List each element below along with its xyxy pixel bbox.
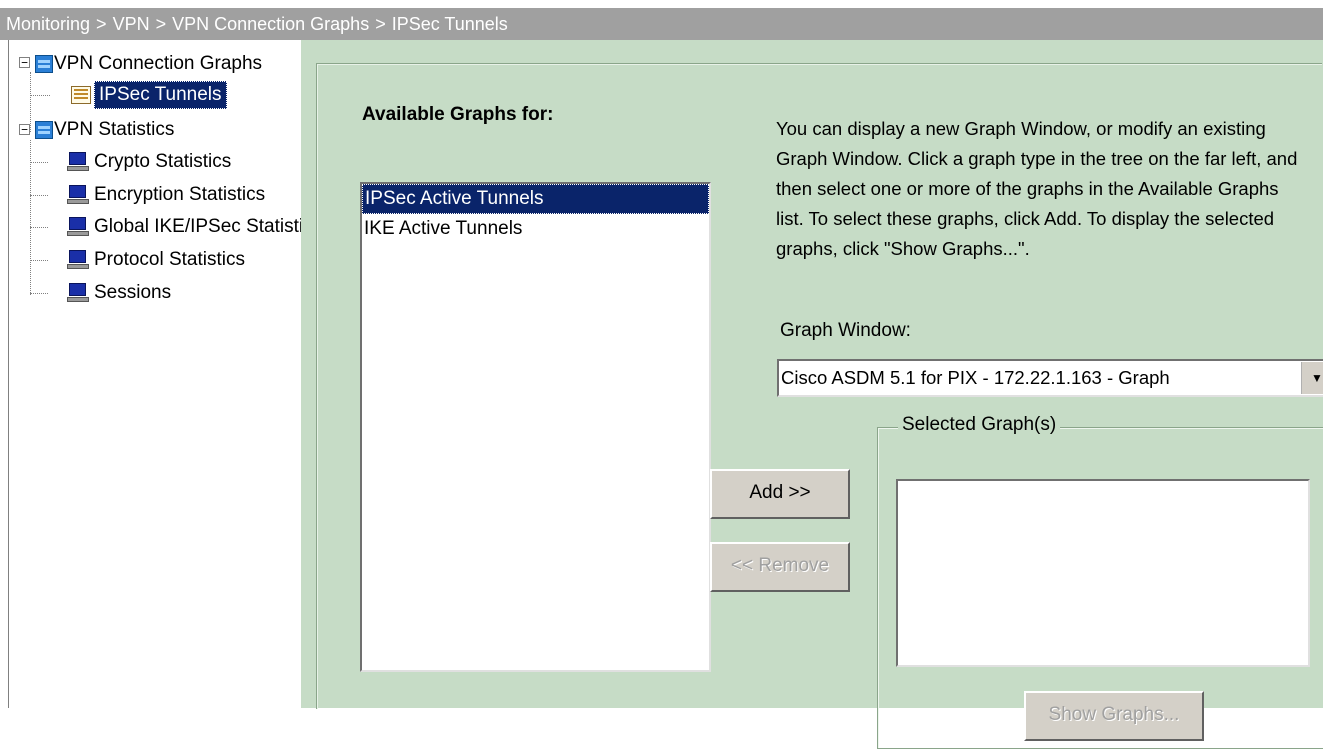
collapse-toggle-icon[interactable]: − [19,124,30,135]
tree-node-vpn-statistics[interactable]: VPN Statistics [35,116,174,144]
breadcrumb-item: VPN [112,14,150,34]
list-item-ike-active-tunnels[interactable]: IKE Active Tunnels [362,214,709,244]
list-item-ipsec-active-tunnels[interactable]: IPSec Active Tunnels [362,184,709,214]
graph-window-value: Cisco ASDM 5.1 for PIX - 172.22.1.163 - … [781,367,1170,388]
tree-connector [30,162,48,163]
selected-graphs-list[interactable] [896,479,1310,667]
graph-config-panel: Available Graphs for: IPSec Active Tunne… [316,63,1323,749]
show-graphs-button[interactable]: Show Graphs... [1024,691,1204,741]
tree-connector [30,95,50,96]
graph-window-label: Graph Window: [780,320,911,341]
breadcrumb-item: VPN Connection Graphs [172,14,370,34]
tree-node-protocol-statistics[interactable]: Protocol Statistics [67,246,245,274]
selected-graphs-group: Selected Graph(s) Show Graphs... [877,414,1323,749]
tree-node-ipsec-tunnels[interactable]: IPSec Tunnels [71,81,227,109]
collapse-toggle-icon[interactable]: − [19,57,30,68]
dropdown-arrow-icon[interactable]: ▼ [1301,362,1323,394]
tree-node-label: Global IKE/IPSec Statistics [94,216,302,237]
tree-connector [30,72,31,132]
monitor-icon [67,250,89,270]
selected-graphs-label: Selected Graph(s) [898,414,1061,436]
tree-node-crypto-statistics[interactable]: Crypto Statistics [67,148,231,176]
graph-icon [71,86,91,104]
tree-node-sessions[interactable]: Sessions [67,279,171,307]
tree-node-global-ike-ipsec-statistics[interactable]: Global IKE/IPSec Statistics [67,213,302,241]
folder-icon [35,121,53,139]
tree-connector [30,140,31,295]
available-graphs-label: Available Graphs for: [362,104,554,125]
monitor-icon [67,152,89,172]
breadcrumb-item: Monitoring [6,14,91,34]
available-graphs-list[interactable]: IPSec Active Tunnels IKE Active Tunnels [360,182,711,672]
tree-node-label: VPN Statistics [54,119,175,140]
tree-node-label: Crypto Statistics [94,151,232,172]
remove-button[interactable]: << Remove [710,542,850,592]
monitor-icon [67,185,89,205]
monitor-icon [67,283,89,303]
breadcrumb-bar: Monitoring > VPN > VPN Connection Graphs > IPS… [0,8,1323,40]
tree-node-label: Protocol Statistics [94,249,245,270]
tree-connector [30,260,48,261]
tree-connector [30,195,48,196]
tree-node-encryption-statistics[interactable]: Encryption Statistics [67,181,265,209]
tree-node-vpn-connection-graphs[interactable]: VPN Connection Graphs [35,50,262,78]
tree-connector [30,293,48,294]
breadcrumb-separator: > [155,14,167,34]
graph-window-select[interactable]: Cisco ASDM 5.1 for PIX - 172.22.1.163 - … [777,359,1323,397]
breadcrumb-item-current: IPSec Tunnels [391,14,508,34]
add-button[interactable]: Add >> [710,469,850,519]
main-panel: Available Graphs for: IPSec Active Tunne… [301,40,1323,749]
tree-node-label: Sessions [94,282,172,303]
breadcrumb-separator: > [375,14,386,34]
folder-icon [35,55,53,73]
breadcrumb-separator: > [96,14,107,34]
monitor-icon [67,217,89,237]
tree-node-label: Encryption Statistics [94,184,266,205]
tree-connector [30,227,48,228]
tree-node-label: VPN Connection Graphs [54,53,263,74]
help-text: You can display a new Graph Window, or m… [776,118,1298,259]
navigation-tree: − VPN Connection Graphs IPSec Tunnels − … [8,40,302,708]
tree-node-label: IPSec Tunnels [94,81,227,109]
